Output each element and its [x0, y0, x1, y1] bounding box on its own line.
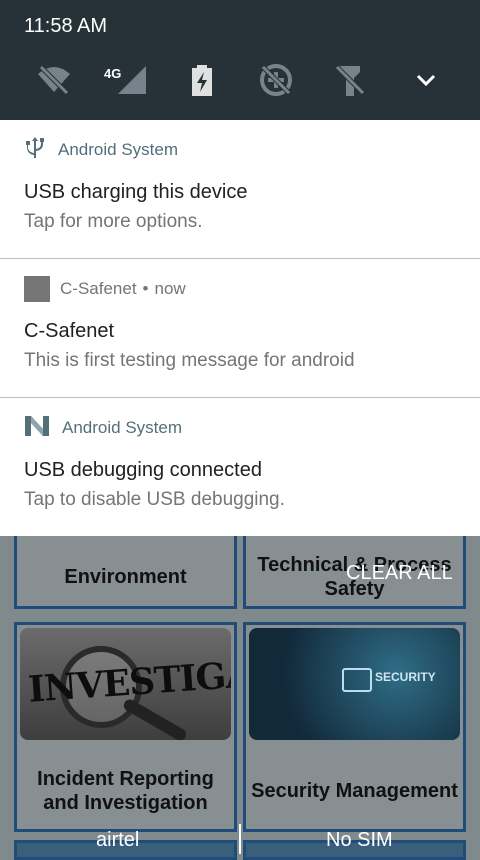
bullet-separator: •: [142, 279, 149, 298]
tile-label: Environment: [64, 566, 187, 588]
notification-app-name: C-Safenet: [60, 279, 137, 298]
magnifier-handle: [121, 697, 189, 740]
wifi-off-icon[interactable]: [36, 62, 72, 98]
tile-label: Incident Reporting and Investigation: [37, 768, 214, 814]
tile-label: Security Management: [251, 780, 458, 802]
notification-title: C-Safenet: [24, 320, 115, 342]
tile-security-management[interactable]: SECURITY Security Management: [243, 622, 466, 832]
carrier-sim1: airtel: [96, 829, 140, 851]
notification-app-name: Android System: [62, 418, 182, 437]
notification-time: now: [154, 279, 186, 298]
clear-all-button[interactable]: CLEAR ALL: [346, 562, 453, 585]
data-saver-off-icon[interactable]: [258, 62, 294, 98]
lock-icon: [342, 668, 372, 692]
security-image: SECURITY: [249, 628, 460, 740]
notification-header: Android System: [24, 415, 182, 442]
notification-text: Tap for more options.: [24, 211, 203, 232]
app-square-icon: [24, 276, 50, 302]
notification-text: Tap to disable USB debugging.: [24, 489, 285, 510]
flashlight-off-icon[interactable]: [332, 62, 368, 98]
notification-title: USB debugging connected: [24, 459, 262, 481]
notification-c-safenet[interactable]: C-Safenet • now C-Safenet This is first …: [0, 259, 480, 397]
tile-incident-reporting[interactable]: INVESTIGATION Incident Reporting and Inv…: [14, 622, 237, 832]
usb-icon: [24, 136, 46, 165]
notification-text: This is first testing message for androi…: [24, 350, 355, 371]
notification-header: Android System: [24, 136, 178, 161]
notification-app-name: Android System: [58, 140, 178, 159]
notification-shade-header: 11:58 AM 4G: [0, 0, 480, 120]
notification-header: C-Safenet • now: [24, 276, 186, 302]
carrier-divider: [239, 824, 241, 854]
battery-charging-icon[interactable]: [184, 62, 220, 98]
investigation-image: INVESTIGATION: [20, 628, 231, 740]
expand-chevron-icon[interactable]: [408, 62, 444, 98]
notification-title: USB charging this device: [24, 181, 248, 203]
signal-4g-icon[interactable]: [112, 62, 148, 98]
investigation-image-text: INVESTIGATION: [26, 646, 231, 711]
notification-usb-charging[interactable]: Android System USB charging this device …: [0, 120, 480, 258]
tile-environment[interactable]: Environment: [14, 530, 237, 609]
android-n-icon: [24, 415, 50, 442]
status-time: 11:58 AM: [24, 15, 108, 37]
carrier-sim2: No SIM: [326, 829, 393, 851]
notification-usb-debugging[interactable]: Android System USB debugging connected T…: [0, 398, 480, 536]
security-image-text: SECURITY: [375, 670, 436, 684]
